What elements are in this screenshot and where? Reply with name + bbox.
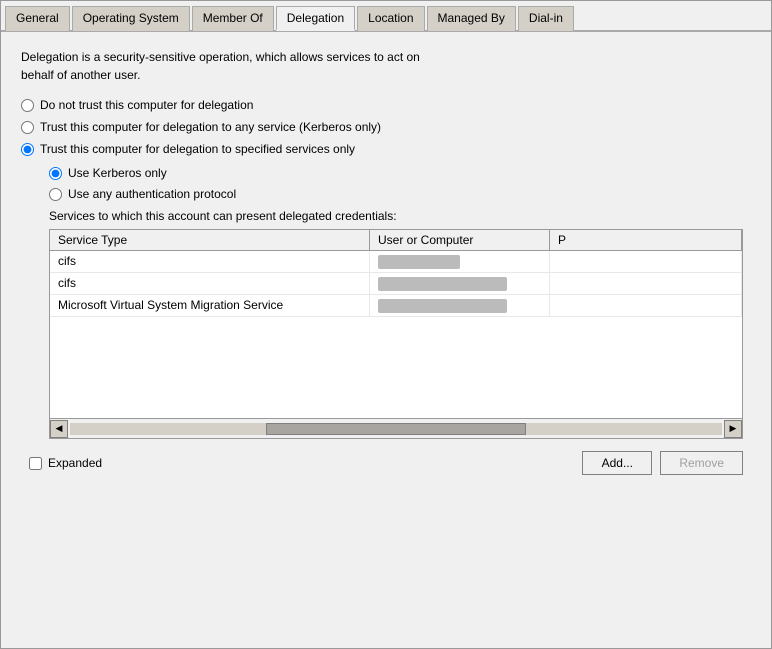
blurred-value: ████████████████ xyxy=(378,299,507,313)
radio-trust-specified-input[interactable] xyxy=(21,143,34,156)
blurred-value: ██████████ xyxy=(378,255,460,269)
radio-trust-any-label: Trust this computer for delegation to an… xyxy=(40,120,381,134)
scroll-left-button[interactable]: ◀ xyxy=(50,420,68,438)
col-port: P xyxy=(550,230,742,250)
radio-no-trust-label: Do not trust this computer for delegatio… xyxy=(40,98,253,112)
add-button[interactable]: Add... xyxy=(582,451,652,475)
delegation-description: Delegation is a security-sensitive opera… xyxy=(21,48,751,84)
cell-user-or-computer: ████████████████ xyxy=(370,273,550,294)
table-row[interactable]: cifs ████████████████ xyxy=(50,273,742,295)
bottom-controls: Expanded Add... Remove xyxy=(21,451,751,475)
dialog-window: General Operating System Member Of Deleg… xyxy=(0,0,772,649)
tab-general[interactable]: General xyxy=(5,6,70,31)
cell-port xyxy=(550,295,742,316)
col-service-type: Service Type xyxy=(50,230,370,250)
table-row[interactable]: cifs ██████████ xyxy=(50,251,742,273)
cell-service-type: Microsoft Virtual System Migration Servi… xyxy=(50,295,370,316)
radio-kerberos-only-input[interactable] xyxy=(49,167,62,180)
table-header: Service Type User or Computer P xyxy=(50,230,742,251)
cell-service-type: cifs xyxy=(50,251,370,272)
tab-delegation[interactable]: Delegation xyxy=(276,6,355,31)
cell-port xyxy=(550,251,742,272)
col-user-or-computer: User or Computer xyxy=(370,230,550,250)
cell-user-or-computer: ██████████ xyxy=(370,251,550,272)
tab-managed-by[interactable]: Managed By xyxy=(427,6,516,31)
blurred-value: ████████████████ xyxy=(378,277,507,291)
expanded-label: Expanded xyxy=(48,456,102,470)
radio-trust-specified-label: Trust this computer for delegation to sp… xyxy=(40,142,355,156)
radio-kerberos-only-label: Use Kerberos only xyxy=(68,166,167,180)
tab-member-of[interactable]: Member Of xyxy=(192,6,274,31)
cell-user-or-computer: ████████████████ xyxy=(370,295,550,316)
radio-trust-any[interactable]: Trust this computer for delegation to an… xyxy=(21,120,751,134)
radio-trust-any-input[interactable] xyxy=(21,121,34,134)
radio-no-trust[interactable]: Do not trust this computer for delegatio… xyxy=(21,98,751,112)
radio-any-auth-input[interactable] xyxy=(49,188,62,201)
scroll-right-button[interactable]: ▶ xyxy=(724,420,742,438)
expanded-checkbox[interactable] xyxy=(29,457,42,470)
remove-button[interactable]: Remove xyxy=(660,451,743,475)
main-radio-group: Do not trust this computer for delegatio… xyxy=(21,98,751,156)
radio-kerberos-only[interactable]: Use Kerberos only xyxy=(49,166,751,180)
tab-operating-system[interactable]: Operating System xyxy=(72,6,190,31)
expanded-checkbox-label[interactable]: Expanded xyxy=(29,456,102,470)
tab-content: Delegation is a security-sensitive opera… xyxy=(1,32,771,491)
tab-location[interactable]: Location xyxy=(357,6,424,31)
sub-radio-group: Use Kerberos only Use any authentication… xyxy=(49,166,751,201)
tab-bar: General Operating System Member Of Deleg… xyxy=(1,1,771,32)
table-row[interactable]: Microsoft Virtual System Migration Servi… xyxy=(50,295,742,317)
services-table: Service Type User or Computer P cifs ███… xyxy=(49,229,743,419)
cell-service-type: cifs xyxy=(50,273,370,294)
services-label: Services to which this account can prese… xyxy=(49,209,751,223)
tab-dial-in[interactable]: Dial-in xyxy=(518,6,574,31)
scroll-track[interactable] xyxy=(70,423,722,435)
horizontal-scrollbar[interactable]: ◀ ▶ xyxy=(49,419,743,439)
radio-trust-specified[interactable]: Trust this computer for delegation to sp… xyxy=(21,142,751,156)
scroll-thumb[interactable] xyxy=(266,423,527,435)
radio-any-auth-label: Use any authentication protocol xyxy=(68,187,236,201)
radio-any-auth[interactable]: Use any authentication protocol xyxy=(49,187,751,201)
cell-port xyxy=(550,273,742,294)
radio-no-trust-input[interactable] xyxy=(21,99,34,112)
table-body[interactable]: cifs ██████████ cifs ████████████████ Mi… xyxy=(50,251,742,418)
